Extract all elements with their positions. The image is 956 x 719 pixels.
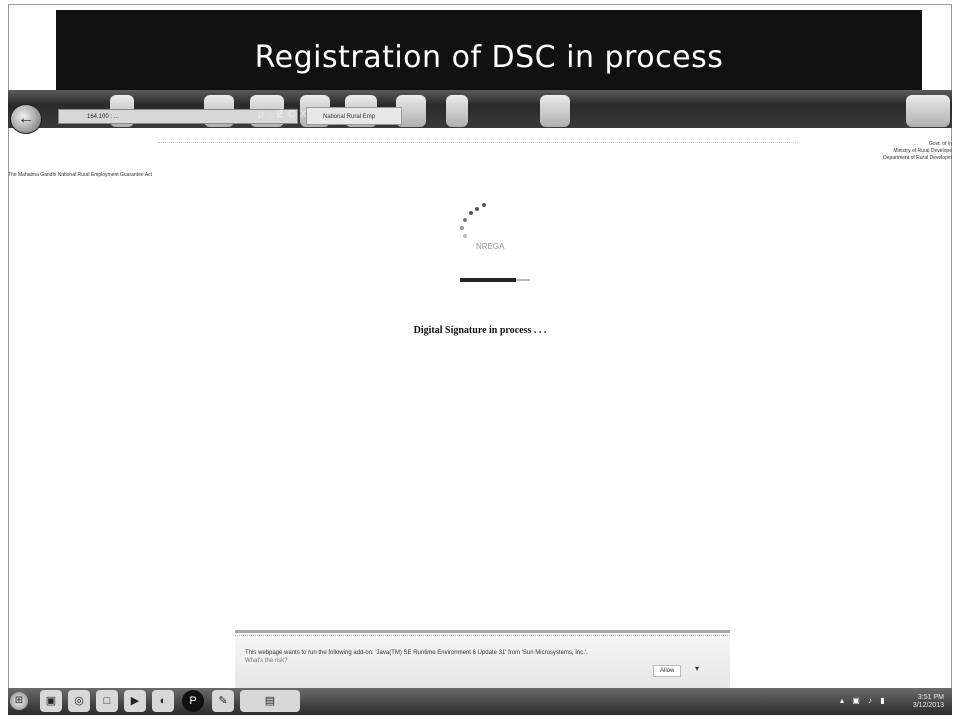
gov-line: Department of Rural Developm — [883, 155, 952, 161]
addon-notification-bar: This webpage wants to run the following … — [235, 630, 730, 691]
gov-line: Ministry of Rural Develope — [893, 148, 952, 154]
gov-line: Govt. of In — [928, 141, 952, 147]
start-orb-icon[interactable]: ⊞ — [10, 692, 28, 710]
address-bar-icons[interactable]: ρ · Ɇ C X — [258, 109, 308, 120]
loading-bar-track — [516, 279, 530, 281]
allow-button[interactable]: Allow — [653, 665, 682, 677]
notification-divider — [235, 635, 730, 636]
loading-spinner-icon — [454, 201, 494, 241]
slide-title: Registration of DSC in process — [56, 10, 922, 90]
explorer-icon[interactable]: □ — [96, 690, 118, 712]
site-header-text: The Mahatma Gandhi National Rural Employ… — [8, 172, 152, 178]
folder-icon[interactable]: ▣ — [40, 690, 62, 712]
notification-message: This webpage wants to run the following … — [245, 650, 588, 656]
clock-date: 3/12/2013 — [912, 702, 944, 709]
nrega-logo: NREGA — [476, 242, 505, 251]
paint-icon[interactable]: ✎ — [212, 690, 234, 712]
system-tray-icons[interactable]: ▴ ▣ ♪ ▮ — [840, 696, 888, 705]
chevron-down-icon[interactable]: ▾ — [695, 664, 699, 673]
ie-window-button[interactable]: ▤ — [240, 690, 300, 712]
app-icon[interactable]: ◐ — [152, 690, 174, 712]
toolbar-glare — [906, 95, 950, 127]
loading-bar — [460, 278, 516, 282]
risk-link[interactable]: What's the risk? — [245, 657, 645, 665]
web-page: The Mahatma Gandhi National Rural Employ… — [8, 128, 952, 688]
toolbar-glare — [540, 95, 570, 127]
status-message: Digital Signature in process . . . — [413, 325, 547, 336]
clock[interactable]: 3:51 PM 3/12/2013 — [913, 694, 944, 710]
notification-text: This webpage wants to run the following … — [245, 649, 645, 665]
chrome-icon[interactable]: ◎ — [68, 690, 90, 712]
tab-title: National Rural Emp — [323, 114, 376, 120]
browser-tab[interactable]: National Rural Emp — [306, 107, 402, 125]
government-block: Govt. of In Ministry of Rural Develope D… — [883, 141, 952, 162]
address-text: 164.100 : ... — [87, 114, 119, 120]
pinned-app-p-icon[interactable]: P — [182, 690, 204, 712]
header-divider — [158, 142, 798, 143]
toolbar-glare — [446, 95, 468, 127]
media-player-icon[interactable]: ▶ — [124, 690, 146, 712]
taskbar — [8, 688, 952, 715]
clock-time: 3:51 PM — [917, 694, 944, 701]
back-arrow-icon: ← — [18, 110, 34, 127]
